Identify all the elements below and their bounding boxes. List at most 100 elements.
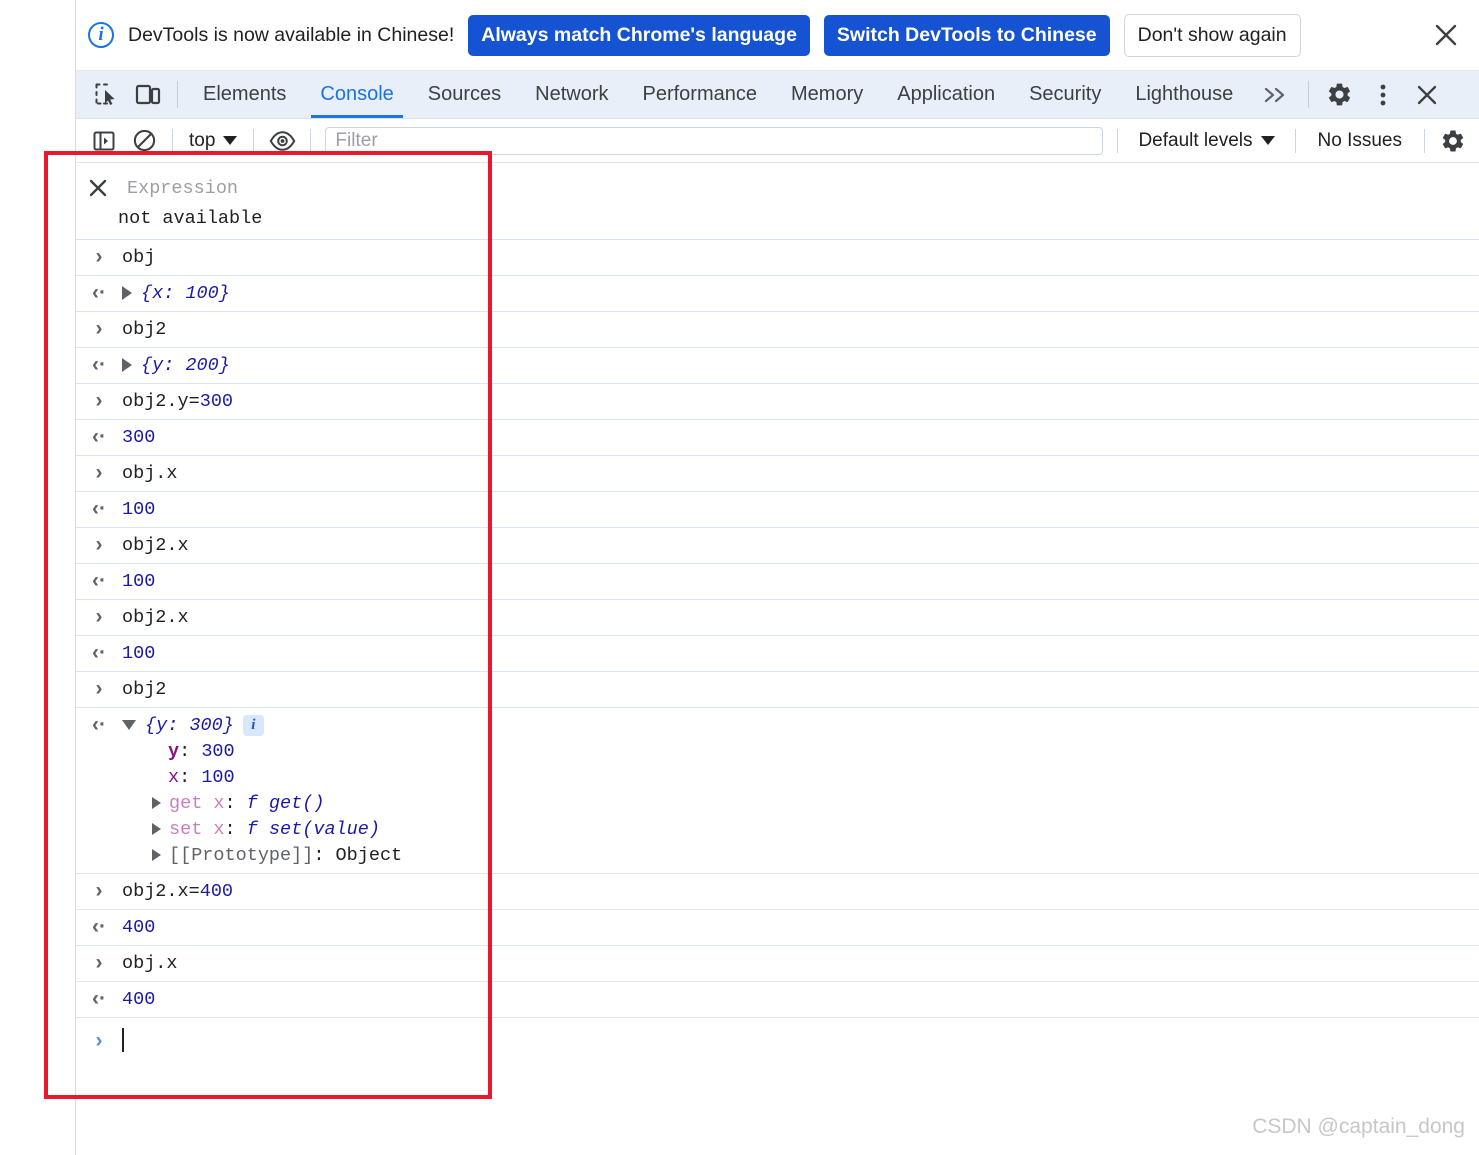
locale-banner: i DevTools is now available in Chinese! … [76,0,1479,71]
device-toolbar-icon[interactable] [127,71,169,118]
tab-lighthouse[interactable]: Lighthouse [1118,71,1250,118]
console-prompt-row[interactable]: › [76,1018,1479,1064]
tabbar-divider-right [1308,81,1310,108]
property-disclosure-triangle[interactable] [152,797,161,810]
execution-context-selector[interactable]: top [181,130,245,152]
live-expression-placeholder[interactable]: Expression [127,178,238,199]
banner-close-icon[interactable] [1429,18,1463,52]
dont-show-again-button[interactable]: Don't show again [1123,13,1301,57]
input-arrow-icon: › [95,605,103,628]
tab-performance[interactable]: Performance [626,71,775,118]
toolbar-divider-6 [1424,128,1425,153]
console-output-row[interactable]: ‹· {y: 200} [76,348,1479,384]
switch-devtools-language-button[interactable]: Switch DevTools to Chinese [823,14,1110,56]
issues-counter[interactable]: No Issues [1304,130,1416,152]
tab-security[interactable]: Security [1012,71,1118,118]
object-prototype-row[interactable]: [[Prototype]]: Object [122,843,1471,869]
devtools-tabbar: Elements Console Sources Network Perform… [76,71,1479,119]
tab-label: Sources [427,83,502,105]
tab-application[interactable]: Application [880,71,1012,118]
console-output-row[interactable]: ‹· 100 [76,636,1479,672]
object-info-badge-icon[interactable]: i [242,714,264,736]
clear-console-icon[interactable] [124,128,164,153]
console-output-row-expanded[interactable]: ‹· {y: 300} i y: 300 x: 100 get x: f get(… [76,708,1479,874]
close-icon[interactable] [1405,71,1449,118]
console-input-row[interactable]: › obj2.x [76,600,1479,636]
output-value: 100 [122,643,156,664]
property-value: 100 [201,767,235,788]
tab-memory[interactable]: Memory [774,71,880,118]
console-input-row[interactable]: › obj.x [76,456,1479,492]
console-input-row[interactable]: › obj2 [76,672,1479,708]
tab-elements[interactable]: Elements [186,71,303,118]
output-arrow-icon: ‹· [92,641,106,664]
property-separator: : [313,845,336,866]
console-output-row[interactable]: ‹· 100 [76,492,1479,528]
toolbar-divider-3 [310,128,312,153]
live-expression-eye-icon[interactable] [262,130,302,152]
console-input-row[interactable]: › obj2.y=300 [76,384,1479,420]
expanded-object-header[interactable]: {y: 300} i [122,713,1471,739]
tab-label: Performance [642,83,758,105]
property-key: x [168,767,180,788]
locale-banner-message: DevTools is now available in Chinese! [128,23,455,46]
input-arrow-icon: › [95,677,103,700]
console-input-row[interactable]: › obj2 [76,312,1479,348]
tab-sources[interactable]: Sources [411,71,518,118]
console-input-row[interactable]: › obj.x [76,946,1479,982]
console-output-row[interactable]: ‹· 400 [76,982,1479,1018]
console-input-text: obj.x [122,953,178,974]
console-prompt-input[interactable] [122,1028,1479,1054]
console-input-number: 300 [199,391,234,412]
console-input-text: obj.x [122,463,178,484]
object-property-row[interactable]: y: 300 [122,739,1471,765]
property-separator: : [179,767,202,788]
prototype-key: [[Prototype]] [169,845,314,866]
tab-label: Memory [791,83,864,105]
filter-input[interactable] [325,126,1104,155]
object-disclosure-triangle-open[interactable] [122,720,136,731]
chevron-double-right-icon[interactable] [1250,71,1300,118]
object-disclosure-triangle[interactable] [122,286,132,301]
inspect-element-icon[interactable] [85,71,127,118]
output-arrow-icon: ‹· [92,425,106,448]
page-left-gutter [0,0,75,1155]
console-input-number: 400 [199,881,234,902]
output-arrow-icon: ‹· [92,987,106,1010]
tab-label: Security [1029,83,1102,105]
tab-console[interactable]: Console [303,71,410,118]
more-vertical-icon[interactable] [1361,71,1405,118]
console-settings-gear-icon[interactable] [1433,128,1473,154]
console-input-text: obj2.x [122,607,189,628]
object-property-row[interactable]: x: 100 [122,765,1471,791]
gear-icon[interactable] [1317,71,1361,118]
object-disclosure-triangle[interactable] [122,358,132,373]
input-arrow-icon: › [95,951,103,974]
console-input-row[interactable]: › obj2.x [76,528,1479,564]
console-output-row[interactable]: ‹· 400 [76,910,1479,946]
object-property-row[interactable]: set x: f set(value) [122,817,1471,843]
output-arrow-icon: ‹· [92,569,106,592]
prototype-disclosure-triangle[interactable] [152,849,161,862]
log-levels-selector[interactable]: Default levels [1126,130,1286,152]
console-output-row[interactable]: ‹· 300 [76,420,1479,456]
output-arrow-icon: ‹· [92,497,106,520]
console-input-row[interactable]: › obj2.x=400 [76,874,1479,910]
live-expression-close-icon[interactable] [85,175,111,201]
always-match-language-button[interactable]: Always match Chrome's language [468,14,810,56]
property-separator: : [224,793,247,814]
console-output-row[interactable]: ‹· 100 [76,564,1479,600]
tab-network[interactable]: Network [518,71,625,118]
property-disclosure-triangle[interactable] [152,823,161,836]
console-sidebar-icon[interactable] [84,129,124,153]
console-input-row[interactable]: › obj [76,240,1479,276]
console-output-row[interactable]: ‹· {x: 100} [76,276,1479,312]
execution-context-label: top [189,129,216,151]
console-input-text: obj2 [122,319,167,340]
object-property-row[interactable]: get x: f get() [122,791,1471,817]
input-arrow-icon: › [95,389,103,412]
input-arrow-icon: › [95,317,103,340]
property-key: get x [169,793,225,814]
console-toolbar: top Default levels No Issues [76,119,1479,163]
property-value: f set(value) [246,819,380,840]
